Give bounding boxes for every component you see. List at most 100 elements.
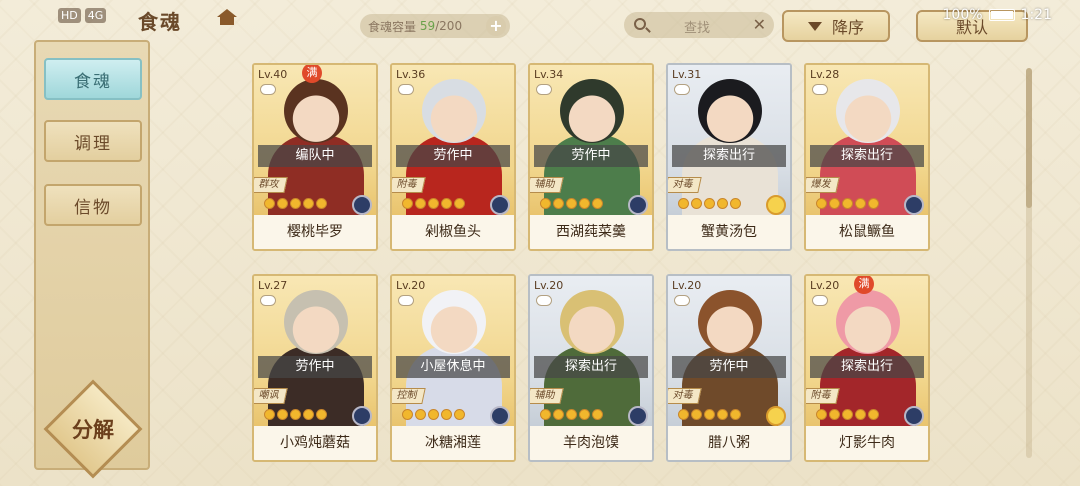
chat-bubble-icon (674, 84, 690, 95)
decompose-button[interactable]: 分解 (50, 414, 136, 444)
battery-percent: 100% (942, 7, 983, 23)
character-head (422, 79, 486, 143)
status-icons-left: HD 4G (58, 8, 107, 23)
element-icon (904, 406, 924, 426)
activity-status: 劳作中 (534, 145, 648, 167)
star-icon (579, 409, 590, 420)
hd-icon: HD (58, 8, 81, 23)
tab-tokens[interactable]: 信物 (44, 184, 142, 226)
top-bar: HD 4G 食魂 食魂容量 59 /200 + 查找 ✕ 降序 默认 100% … (0, 0, 1080, 42)
star-icon (730, 409, 741, 420)
star-rating (816, 409, 879, 420)
battery-icon (988, 9, 1015, 21)
role-tag: 附毒 (806, 388, 840, 404)
star-icon (540, 409, 551, 420)
food-soul-name: 樱桃毕罗 (254, 215, 376, 249)
activity-status: 探索出行 (810, 145, 924, 167)
element-icon (628, 406, 648, 426)
food-soul-card[interactable]: Lv.27 劳作中 嘲讽 小鸡炖蘑菇 (252, 274, 378, 462)
activity-status: 探索出行 (810, 356, 924, 378)
sort-order-button[interactable]: 降序 (782, 10, 890, 42)
element-icon (766, 406, 786, 426)
star-icon (454, 409, 465, 420)
capacity-indicator: 食魂容量 59 /200 + (360, 14, 510, 38)
level-label: Lv.27 (258, 279, 288, 292)
level-label: Lv.20 (810, 279, 840, 292)
food-soul-card[interactable]: Lv.40 满编队中 群攻 樱桃毕罗 (252, 63, 378, 251)
star-icon (855, 409, 866, 420)
food-soul-card[interactable]: Lv.36 劳作中 附毒 剁椒鱼头 (390, 63, 516, 251)
food-soul-card[interactable]: Lv.31 探索出行 对毒 蟹黄汤包 (666, 63, 792, 251)
activity-status: 探索出行 (534, 356, 648, 378)
tab-food-souls[interactable]: 食魂 (44, 58, 142, 100)
star-icon (678, 409, 689, 420)
food-soul-name: 蟹黄汤包 (668, 215, 790, 249)
star-icon (816, 409, 827, 420)
star-icon (316, 198, 327, 209)
star-icon (264, 198, 275, 209)
chat-bubble-icon (398, 84, 414, 95)
star-icon (277, 198, 288, 209)
search-input[interactable]: 查找 ✕ (624, 12, 774, 38)
star-rating (678, 409, 741, 420)
star-icon (553, 198, 564, 209)
character-head (560, 290, 624, 354)
full-level-badge: 满 (302, 65, 322, 83)
food-soul-card[interactable]: Lv.20 小屋休息中 控制 冰糖湘莲 (390, 274, 516, 462)
role-tag: 嘲讽 (254, 388, 288, 404)
activity-status: 小屋休息中 (396, 356, 510, 378)
element-icon (490, 195, 510, 215)
star-icon (868, 409, 879, 420)
level-label: Lv.31 (672, 68, 702, 81)
level-label: Lv.34 (534, 68, 564, 81)
level-label: Lv.36 (396, 68, 426, 81)
star-icon (303, 198, 314, 209)
star-icon (415, 409, 426, 420)
character-head (836, 290, 900, 354)
food-soul-card[interactable]: Lv.34 劳作中 辅助 西湖莼菜羹 (528, 63, 654, 251)
food-soul-name: 小鸡炖蘑菇 (254, 426, 376, 460)
star-icon (303, 409, 314, 420)
food-soul-name: 松鼠鳜鱼 (806, 215, 928, 249)
star-icon (842, 198, 853, 209)
chat-bubble-icon (260, 84, 276, 95)
food-soul-name: 灯影牛肉 (806, 426, 928, 460)
star-icon (717, 409, 728, 420)
home-icon[interactable] (216, 9, 238, 27)
tab-conditioning[interactable]: 调理 (44, 120, 142, 162)
role-tag: 控制 (392, 388, 426, 404)
full-level-badge: 满 (854, 276, 874, 294)
chat-bubble-icon (536, 295, 552, 306)
star-icon (730, 198, 741, 209)
star-rating (678, 198, 741, 209)
character-head (284, 79, 348, 143)
character-head (698, 79, 762, 143)
add-capacity-button[interactable]: + (486, 16, 506, 36)
character-head (422, 290, 486, 354)
star-icon (717, 198, 728, 209)
star-icon (816, 198, 827, 209)
star-icon (402, 198, 413, 209)
star-icon (704, 198, 715, 209)
star-icon (566, 409, 577, 420)
chat-bubble-icon (812, 84, 828, 95)
star-icon (290, 198, 301, 209)
element-icon (766, 195, 786, 215)
star-icon (316, 409, 327, 420)
scrollbar-thumb[interactable] (1026, 68, 1032, 208)
element-icon (352, 195, 372, 215)
star-icon (704, 409, 715, 420)
food-soul-card[interactable]: Lv.20 探索出行 辅助 羊肉泡馍 (528, 274, 654, 462)
food-soul-card[interactable]: Lv.28 探索出行 爆发 松鼠鳜鱼 (804, 63, 930, 251)
food-soul-name: 羊肉泡馍 (530, 426, 652, 460)
star-icon (579, 198, 590, 209)
food-soul-card[interactable]: Lv.20 劳作中 对毒 腊八粥 (666, 274, 792, 462)
food-soul-card[interactable]: Lv.20 满探索出行附毒灯影牛肉 (804, 274, 930, 462)
network-icon: 4G (84, 8, 107, 23)
close-icon[interactable]: ✕ (753, 15, 766, 34)
star-icon (428, 409, 439, 420)
chevron-down-icon (807, 21, 822, 31)
star-icon (441, 198, 452, 209)
star-icon (691, 198, 702, 209)
star-icon (290, 409, 301, 420)
